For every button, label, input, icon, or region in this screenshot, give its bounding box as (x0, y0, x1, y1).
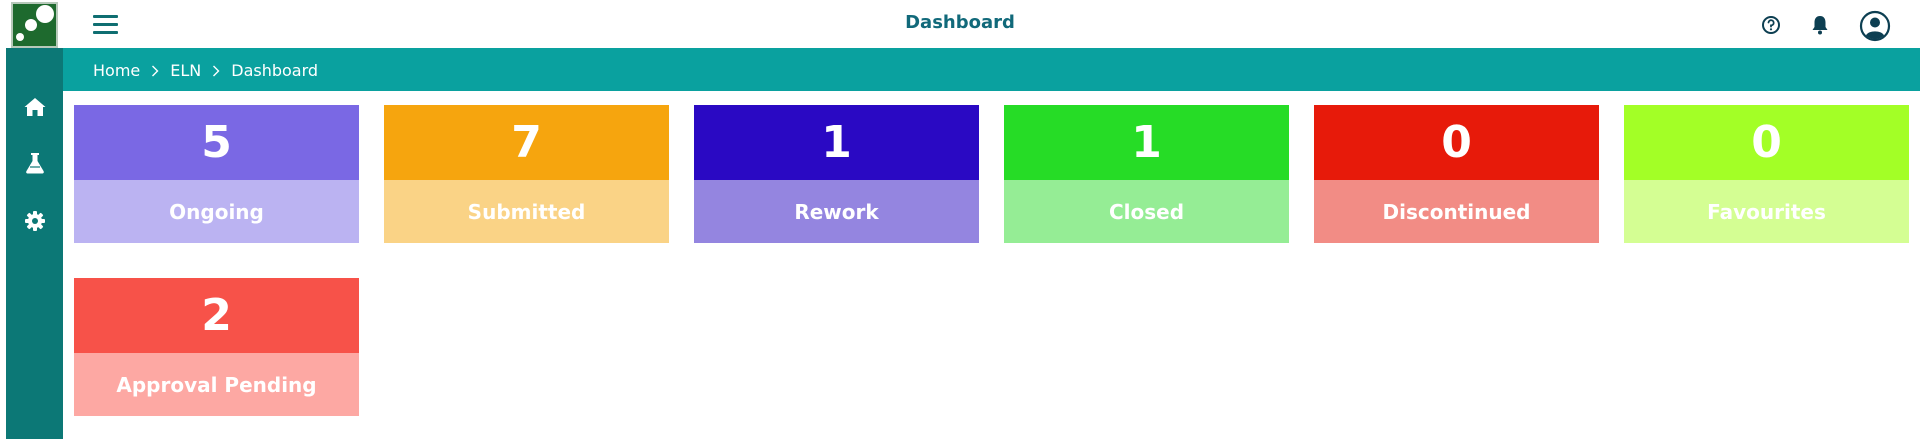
tile-approval-pending[interactable]: 2 Approval Pending (74, 278, 359, 416)
bell-icon[interactable] (1806, 11, 1834, 39)
breadcrumb-eln[interactable]: ELN (170, 61, 201, 80)
tile-label: Closed (1004, 180, 1289, 243)
help-circle-icon[interactable] (1757, 11, 1785, 39)
breadcrumb: Home ELN Dashboard (93, 61, 318, 80)
tile-count: 0 (1314, 105, 1599, 180)
tile-label: Approval Pending (74, 353, 359, 416)
tile-discontinued[interactable]: 0 Discontinued (1314, 105, 1599, 243)
tile-label: Favourites (1624, 180, 1909, 243)
tile-count: 2 (74, 278, 359, 353)
breadcrumb-home[interactable]: Home (93, 61, 140, 80)
chevron-right-icon (140, 64, 170, 78)
tile-count: 1 (1004, 105, 1289, 180)
page-title: Dashboard (905, 12, 1015, 33)
tile-closed[interactable]: 1 Closed (1004, 105, 1289, 243)
tile-label: Rework (694, 180, 979, 243)
user-account-icon[interactable] (1859, 10, 1891, 42)
sidebar-item-lab[interactable] (6, 141, 63, 185)
tile-label: Submitted (384, 180, 669, 243)
chevron-right-icon (201, 64, 231, 78)
tile-submitted[interactable]: 7 Submitted (384, 105, 669, 243)
tile-count: 1 (694, 105, 979, 180)
tile-label: Ongoing (74, 180, 359, 243)
sidebar-item-home[interactable] (6, 85, 63, 129)
flask-icon (25, 153, 44, 174)
tile-label: Discontinued (1314, 180, 1599, 243)
sidebar-item-settings[interactable] (6, 199, 63, 243)
top-bar: Dashboard (0, 0, 1920, 48)
tile-count: 0 (1624, 105, 1909, 180)
tile-count: 5 (74, 105, 359, 180)
tile-favourites[interactable]: 0 Favourites (1624, 105, 1909, 243)
tile-rework[interactable]: 1 Rework (694, 105, 979, 243)
gear-icon (24, 211, 45, 231)
home-icon (24, 98, 45, 116)
breadcrumb-dashboard: Dashboard (231, 61, 319, 80)
tile-ongoing[interactable]: 5 Ongoing (74, 105, 359, 243)
app-root: Dashboard Home ELN Dashboard 5 Ongoing 7… (0, 0, 1920, 439)
breadcrumb-bar: Home ELN Dashboard (63, 48, 1920, 91)
sidebar (6, 48, 63, 439)
tile-count: 7 (384, 105, 669, 180)
